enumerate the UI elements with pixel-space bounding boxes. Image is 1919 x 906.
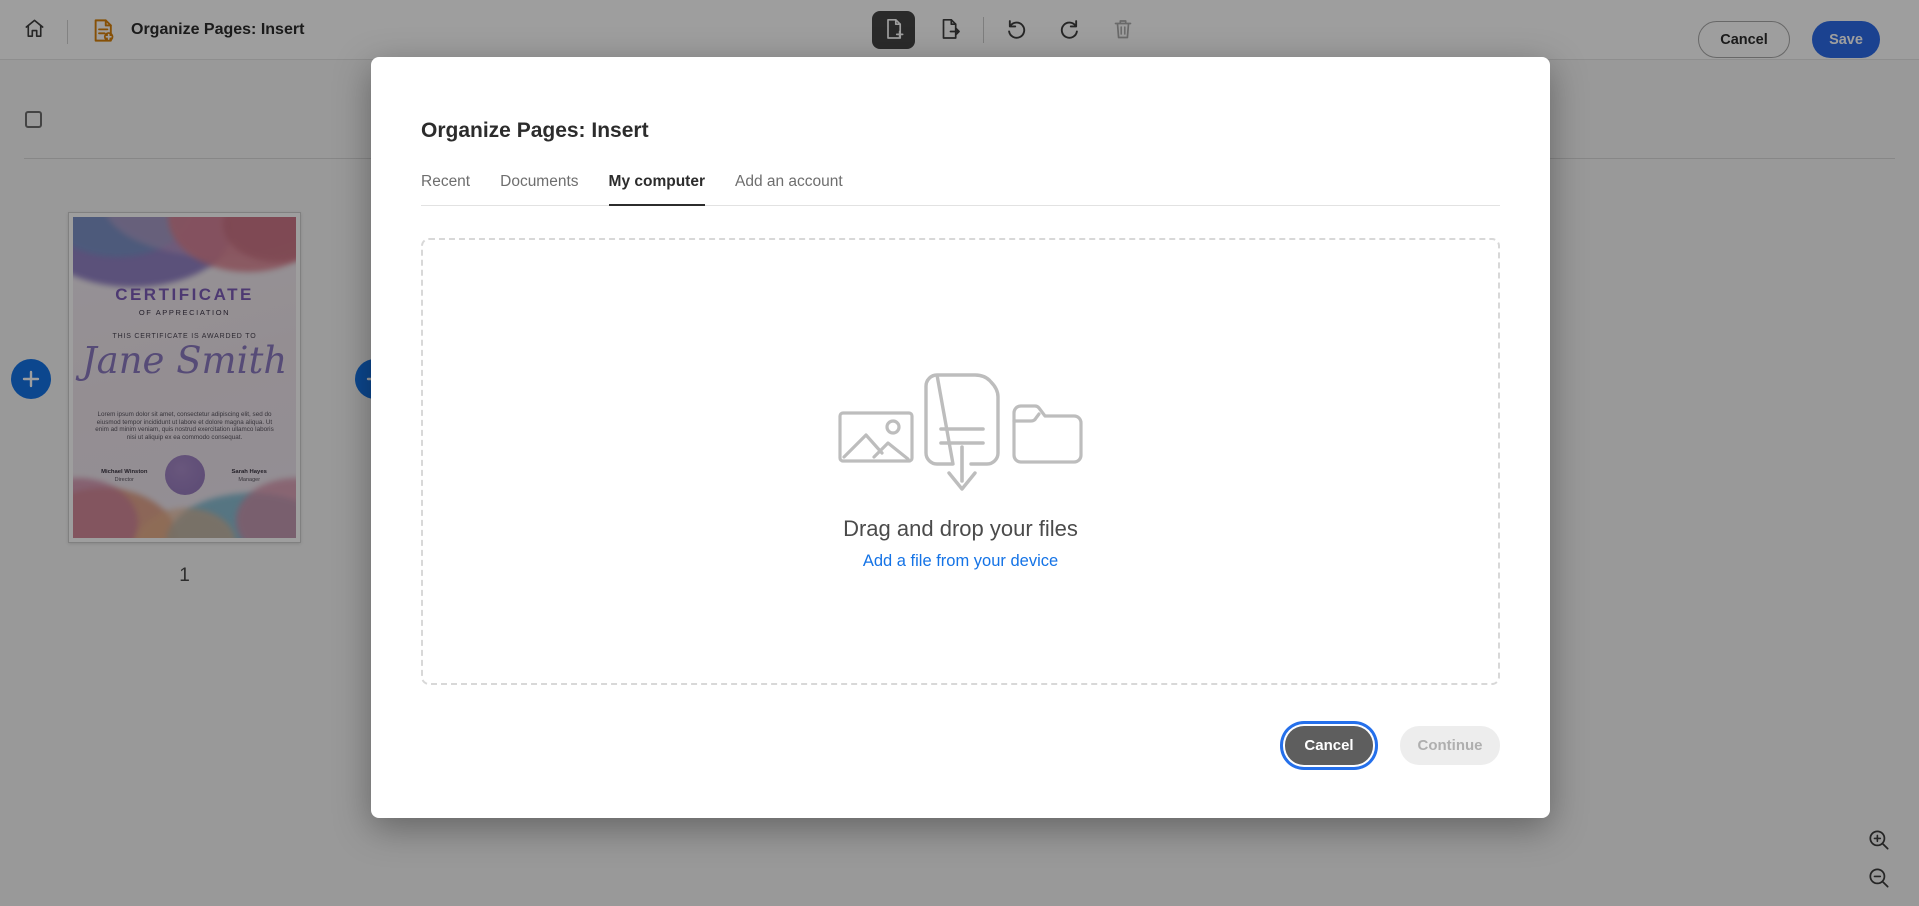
source-tabs: Recent Documents My computer Add an acco… xyxy=(421,173,1500,206)
folder-icon xyxy=(1011,403,1084,470)
dialog-cancel-button[interactable]: Cancel xyxy=(1285,726,1373,765)
file-dropzone[interactable]: Drag and drop your files Add a file from… xyxy=(421,238,1500,685)
image-icon xyxy=(838,411,914,468)
insert-dialog: Organize Pages: Insert Recent Documents … xyxy=(371,57,1550,818)
tab-my-computer[interactable]: My computer xyxy=(609,173,705,206)
dialog-title: Organize Pages: Insert xyxy=(421,119,649,143)
tab-documents[interactable]: Documents xyxy=(500,173,578,206)
add-file-from-device-link[interactable]: Add a file from your device xyxy=(863,552,1058,570)
tab-recent[interactable]: Recent xyxy=(421,173,470,206)
dropzone-illustration xyxy=(838,373,1084,495)
dialog-continue-button[interactable]: Continue xyxy=(1400,726,1500,765)
dropzone-heading: Drag and drop your files xyxy=(423,516,1498,542)
document-download-icon xyxy=(923,373,1001,500)
tab-add-an-account[interactable]: Add an account xyxy=(735,173,843,206)
